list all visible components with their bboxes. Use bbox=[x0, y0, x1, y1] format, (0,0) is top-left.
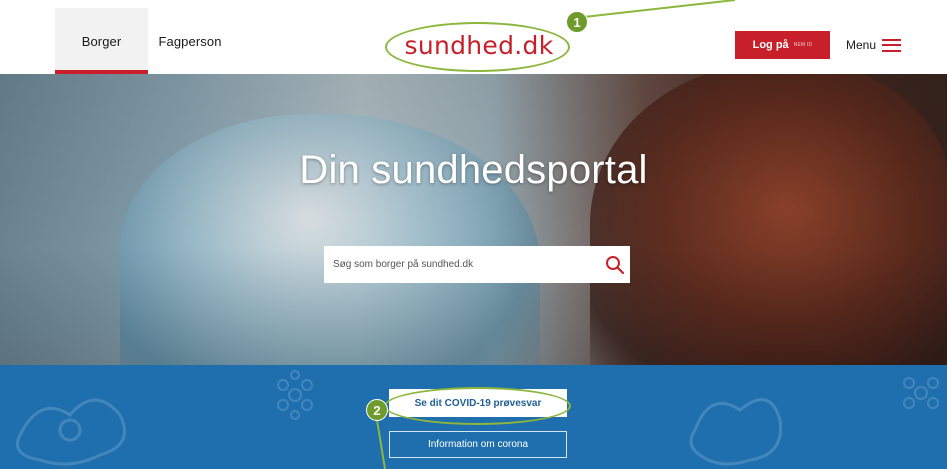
hero-section: Din sundhedsportal bbox=[0, 74, 947, 365]
callout-ellipse-logo bbox=[385, 22, 570, 72]
virus-pattern-icon bbox=[277, 370, 313, 420]
login-sub-label: NEM ID bbox=[793, 42, 813, 48]
tab-fagperson-label: Fagperson bbox=[158, 33, 222, 49]
virus-pattern-icon bbox=[903, 377, 939, 409]
menu-button[interactable]: Menu bbox=[846, 34, 902, 56]
tab-borger-label: Borger bbox=[81, 33, 122, 49]
login-label: Log på bbox=[752, 39, 789, 51]
search-icon[interactable] bbox=[600, 250, 630, 280]
annotation-marker: 2 bbox=[366, 399, 388, 421]
virus-pattern-icon bbox=[689, 398, 783, 466]
search-input[interactable] bbox=[331, 245, 600, 284]
annotation-marker: 1 bbox=[566, 11, 588, 33]
hero-title: Din sundhedsportal bbox=[299, 148, 648, 192]
virus-pattern-icon bbox=[16, 398, 126, 466]
corona-info-button[interactable]: Information om corona bbox=[389, 431, 567, 458]
menu-label: Menu bbox=[846, 38, 877, 52]
tab-borger[interactable]: Borger bbox=[55, 8, 148, 74]
login-button[interactable]: Log på NEM ID bbox=[735, 31, 830, 59]
hamburger-icon bbox=[882, 38, 902, 52]
callout-ellipse-covid bbox=[384, 387, 571, 425]
tab-fagperson[interactable]: Fagperson bbox=[150, 8, 230, 74]
search-box bbox=[324, 245, 630, 284]
